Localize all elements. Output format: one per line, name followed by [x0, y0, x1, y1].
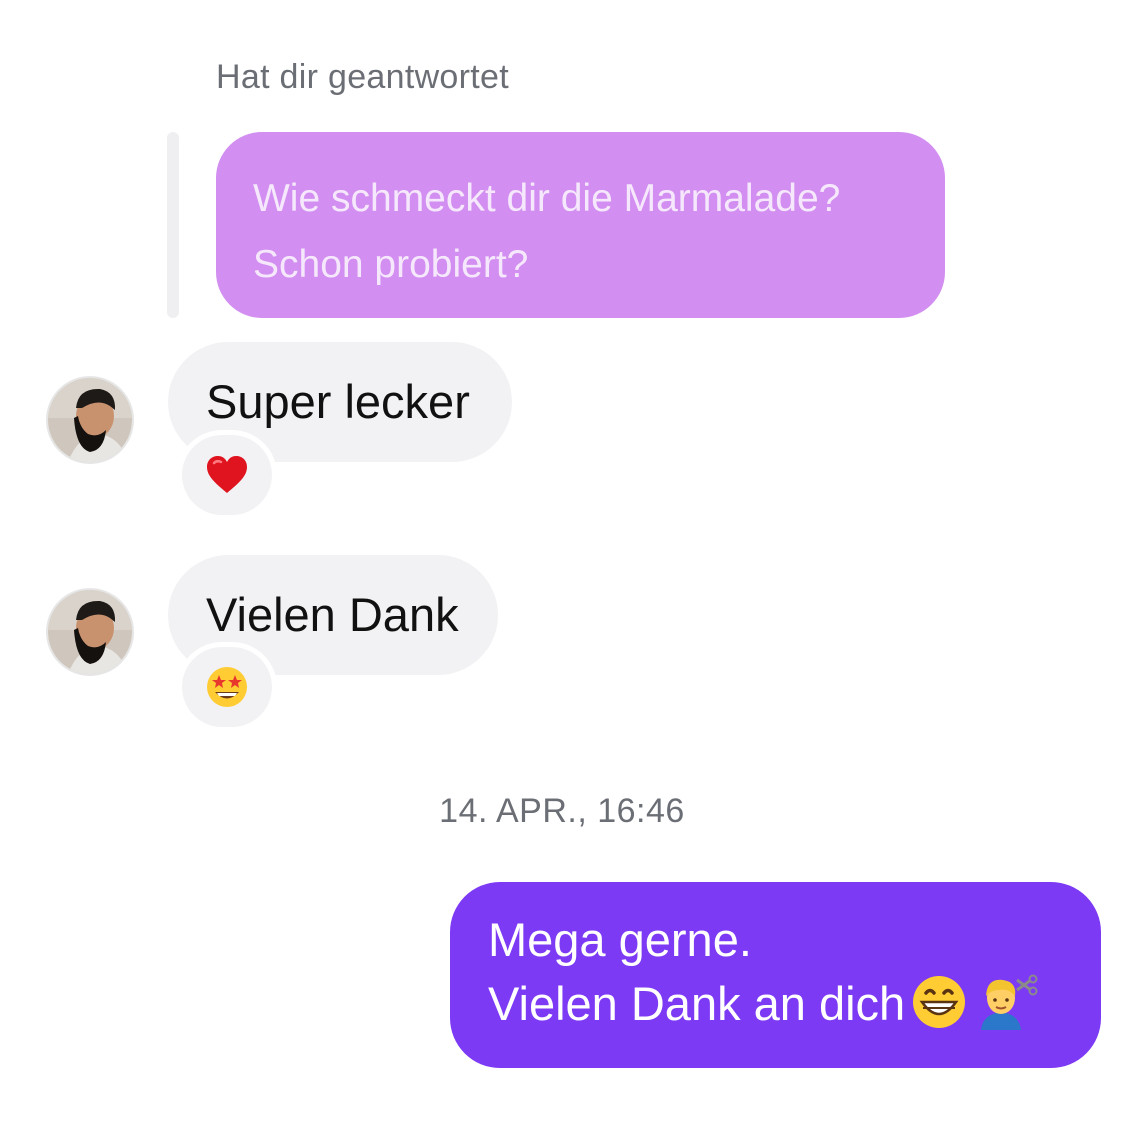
reaction-star-struck[interactable] — [182, 647, 272, 727]
reply-context-label: Hat dir geantwortet — [216, 58, 509, 96]
avatar[interactable] — [48, 378, 132, 462]
person-getting-haircut-icon — [973, 974, 1039, 1046]
outgoing-message-bubble[interactable]: Mega gerne. Vielen Dank an dich — [450, 882, 1101, 1068]
avatar[interactable] — [48, 590, 132, 674]
reply-indicator-bar — [167, 132, 179, 318]
message-line-1: Mega gerne. — [488, 913, 752, 966]
message-text: Super lecker — [206, 375, 470, 428]
quoted-line-2: Schon probiert? — [253, 243, 529, 286]
timestamp-divider: 14. APR., 16:46 — [439, 792, 685, 830]
message-text: Vielen Dank — [206, 588, 459, 641]
star-struck-icon — [207, 667, 247, 707]
heart-icon — [207, 456, 247, 493]
quoted-line-1: Wie schmeckt dir die Marmalade? — [253, 177, 841, 220]
quoted-message-bubble[interactable]: Wie schmeckt dir die Marmalade? Schon pr… — [216, 132, 945, 318]
message-text: Vielen Dank an dich — [488, 977, 906, 1030]
reaction-heart[interactable] — [182, 435, 272, 515]
grinning-face-icon — [911, 974, 967, 1046]
message-line-2: Vielen Dank an dich — [488, 972, 1077, 1046]
